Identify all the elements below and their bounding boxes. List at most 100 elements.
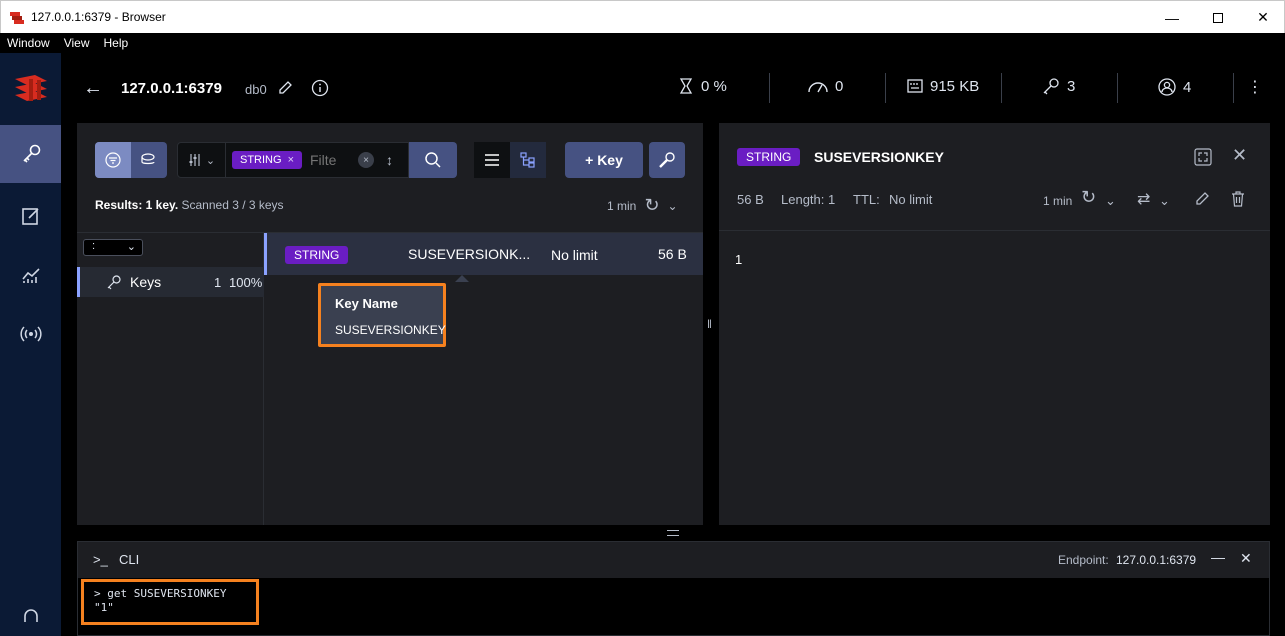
stat-keys: 3 [1041,77,1075,95]
list-icon [485,154,499,166]
filter-mode-button[interactable] [95,142,131,178]
tree-item-label: Keys [130,274,162,290]
database-search-icon [141,153,155,165]
chevron-down-icon: ⌄ [205,154,216,167]
key-type-select[interactable]: ⌄ [178,143,226,177]
key-details-panel: STRING SUSEVERSIONKEY ✕ 56 B Length: 1 T… [719,123,1270,525]
bulk-actions-button[interactable] [649,142,685,178]
maximize-button[interactable] [1195,1,1241,34]
filter-type-label: STRING [240,154,282,166]
key-size: 56 B [658,246,687,262]
pencil-icon[interactable] [1194,191,1210,207]
memory-icon [907,79,923,93]
detail-ttl-value[interactable]: No limit [889,192,932,207]
detail-divider [719,230,1270,231]
info-icon[interactable] [311,79,329,97]
stat-keys-value: 3 [1067,77,1076,95]
cli-output: > get SUSEVERSIONKEY "1" [81,579,259,625]
remove-tag-icon[interactable]: × [288,154,294,166]
stat-memory-value: 915 KB [930,77,980,95]
key-row[interactable]: STRING SUSEVERSIONK... No limit 56 B [264,233,703,275]
tree-icon [520,152,535,168]
detail-refresh-label: 1 min [1043,194,1073,208]
menu-window[interactable]: Window [0,36,57,50]
format-switch-icon[interactable]: ⇄ [1137,189,1150,209]
detail-type-badge: STRING [737,148,801,166]
vector-search-button[interactable] [131,142,167,178]
minimize-cli-icon[interactable]: — [1211,549,1225,565]
refresh-icon[interactable]: ↻ [644,195,659,216]
chevron-down-icon[interactable]: ⌄ [1105,193,1116,209]
stat-divider [1233,73,1234,103]
bell-icon [23,609,38,622]
detail-size: 56 B [737,192,764,207]
more-menu-icon[interactable]: ⋮ [1247,77,1263,97]
clear-filter-icon[interactable]: × [358,152,374,168]
delimiter-select[interactable]: : ⌄ [83,239,143,256]
close-cli-icon[interactable]: ✕ [1240,550,1252,567]
stat-divider [769,73,770,103]
pencil-icon[interactable] [277,80,293,96]
last-refresh-label: 1 min [607,198,637,213]
panel-resize-handle[interactable]: ‖ [707,317,712,331]
nav-analysis[interactable] [0,246,61,304]
list-view-button[interactable] [474,142,510,178]
trash-icon[interactable] [1230,190,1246,208]
nav-browser[interactable] [0,125,61,183]
redis-app-icon [10,12,24,24]
menu-help[interactable]: Help [96,36,135,50]
cli-header: >_ CLI Endpoint: 127.0.0.1:6379 — ✕ [78,542,1269,578]
results-scanned: Scanned 3 / 3 keys [178,198,284,212]
detail-key-name: SUSEVERSIONKEY [814,149,944,165]
nav-pubsub[interactable] [0,305,61,363]
sort-icon[interactable]: ↕ [386,152,393,168]
chevron-down-icon[interactable]: ⌄ [667,199,677,213]
menu-bar: Window View Help [0,33,1285,53]
delimiter-value: : [92,240,96,252]
menu-view[interactable]: View [57,36,97,50]
redis-logo-icon[interactable] [13,71,49,107]
add-key-button[interactable]: + Key [565,142,643,178]
search-button[interactable] [409,142,457,178]
left-navigation [0,53,61,636]
results-count: Results: 1 key. [95,198,179,212]
key-value[interactable]: 1 [735,252,742,267]
refresh-icon[interactable]: ↻ [1081,187,1096,208]
stat-cpu-value: 0 % [701,77,727,95]
window-title: 127.0.0.1:6379 - Browser [31,10,166,24]
key-icon [1043,78,1059,95]
nav-workbench[interactable] [0,187,61,245]
detail-length: Length: 1 [781,192,836,207]
wrench-icon [659,152,675,168]
back-arrow-icon[interactable]: ← [83,77,103,100]
nav-notifications[interactable] [0,606,61,636]
chevron-down-icon[interactable]: ⌄ [1159,193,1170,209]
close-window-button[interactable]: ✕ [1240,1,1285,34]
window-titlebar: 127.0.0.1:6379 - Browser — ✕ [0,0,1285,33]
key-icon [22,144,40,163]
database-index: db0 [245,82,267,97]
tree-view-button[interactable] [510,142,546,178]
endpoint-label: Endpoint: [1058,553,1109,567]
tree-item-keys[interactable]: Keys 1 100% [77,267,264,297]
sliders-icon [189,154,200,166]
filter-type-tag: STRING × [232,151,302,169]
cli-result: "1" [94,601,114,614]
minimize-button[interactable]: — [1149,1,1195,34]
fullscreen-icon[interactable] [1194,148,1212,166]
stat-cpu: 0 % [677,77,727,95]
stat-memory: 915 KB [906,77,979,95]
key-icon [107,275,121,290]
tooltip-arrow [455,275,469,282]
key-list: STRING SUSEVERSIONK... No limit 56 B [264,232,703,525]
cli-resize-grip[interactable] [667,530,679,536]
stat-divider [1001,73,1002,103]
key-type-badge: STRING [285,246,349,264]
close-details-icon[interactable]: ✕ [1232,145,1247,166]
key-name: SUSEVERSIONK... [408,246,531,262]
stat-clients-value: 4 [1183,78,1192,96]
detail-ttl-label: TTL: [853,192,880,207]
filter-bar: ⌄ STRING × × ↕ [177,142,409,178]
key-pattern-input[interactable] [310,152,350,168]
terminal-icon: >_ [93,552,108,567]
